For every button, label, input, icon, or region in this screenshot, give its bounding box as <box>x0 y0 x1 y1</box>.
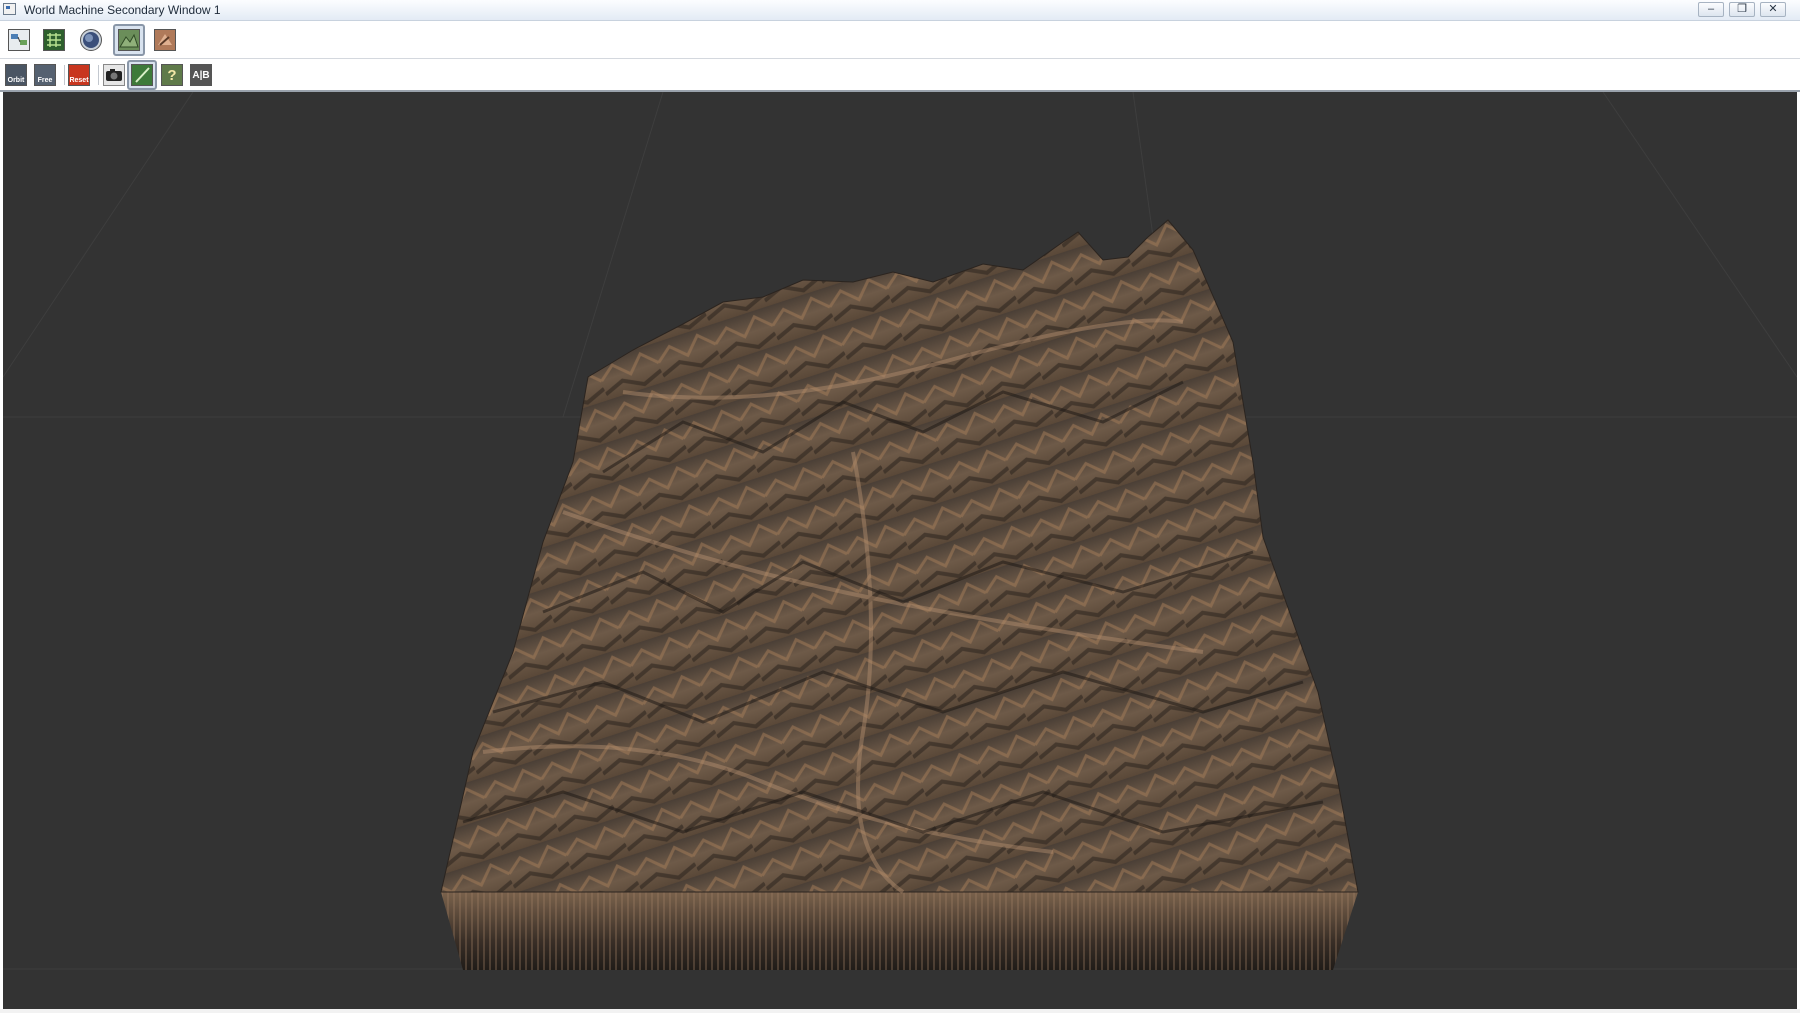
minimize-icon: – <box>1707 3 1715 15</box>
device-view-icon <box>8 29 30 51</box>
help-icon: ? <box>161 64 183 86</box>
wireframe-toggle-icon <box>131 64 153 86</box>
free-label: Free <box>37 76 53 84</box>
wireframe-toggle-button[interactable] <box>127 60 157 90</box>
terrain-surface <box>440 219 1359 893</box>
app-icon <box>3 3 16 15</box>
texture-view-icon <box>154 29 176 51</box>
orbit-label: Orbit <box>7 76 25 84</box>
3d-preview-button[interactable] <box>113 24 145 56</box>
reset-camera-icon: Reset <box>68 64 90 86</box>
toolbar-divider <box>98 65 99 85</box>
window-titlebar[interactable]: World Machine Secondary Window 1 – ❐ ✕ <box>0 0 1800 21</box>
reset-camera-button[interactable]: Reset <box>65 61 93 89</box>
camera-icon <box>103 64 125 86</box>
layout-view-button[interactable] <box>40 26 68 54</box>
texture-view-button[interactable] <box>151 26 179 54</box>
globe-view-button[interactable] <box>77 26 105 54</box>
minimize-button[interactable]: – <box>1698 2 1724 17</box>
camera-toolbar: Orbit Free Reset ? A|B <box>0 59 1800 92</box>
globe-view-icon <box>80 29 102 51</box>
layout-view-icon <box>43 29 65 51</box>
restore-icon: ❐ <box>1737 3 1747 15</box>
3d-viewport[interactable] <box>3 92 1797 1013</box>
3d-preview-icon <box>118 29 140 51</box>
free-camera-button[interactable]: Free <box>31 61 59 89</box>
help-button[interactable]: ? <box>158 61 186 89</box>
window-title: World Machine Secondary Window 1 <box>24 3 221 17</box>
ab-label: A|B <box>192 69 210 81</box>
restore-button[interactable]: ❐ <box>1729 2 1755 17</box>
terrain-skirt <box>441 892 1358 970</box>
reset-label: Reset <box>69 76 89 84</box>
orbit-icon: Orbit <box>5 64 27 86</box>
terrain-render <box>3 92 1797 970</box>
free-camera-icon: Free <box>34 64 56 86</box>
ab-compare-button[interactable]: A|B <box>187 61 215 89</box>
orbit-button[interactable]: Orbit <box>2 61 30 89</box>
window-bottom-edge[interactable] <box>0 1009 1800 1013</box>
device-view-button[interactable] <box>5 26 33 54</box>
close-icon: ✕ <box>1768 3 1778 15</box>
camera-button[interactable] <box>100 61 128 89</box>
ab-compare-icon: A|B <box>190 64 212 86</box>
view-mode-toolbar <box>0 21 1800 59</box>
close-button[interactable]: ✕ <box>1760 2 1786 17</box>
